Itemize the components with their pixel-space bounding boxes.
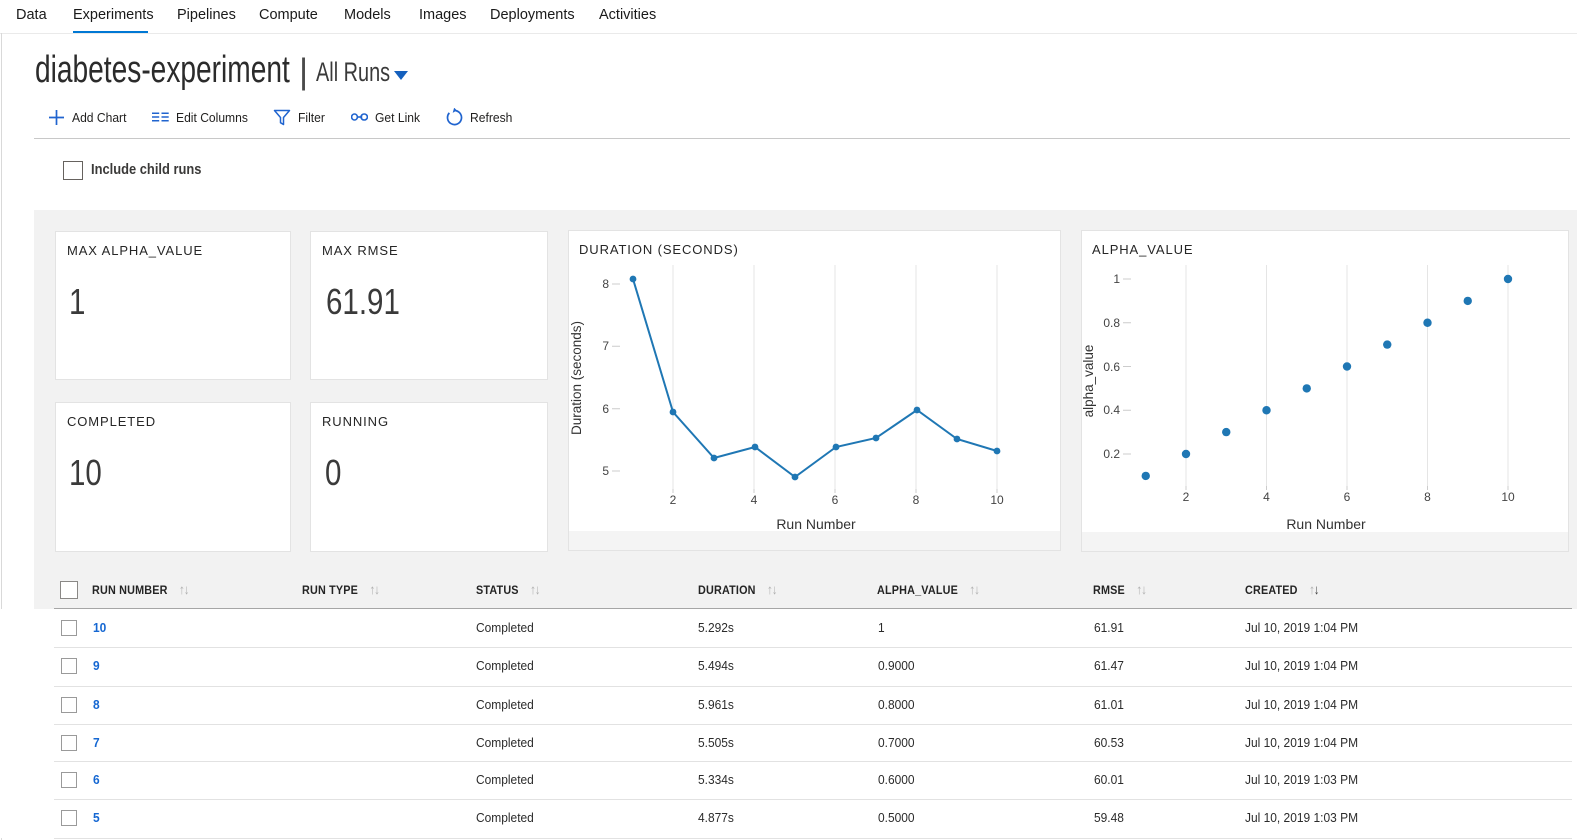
svg-text:6: 6 xyxy=(832,493,839,507)
svg-text:0.8: 0.8 xyxy=(1103,316,1120,330)
svg-text:6: 6 xyxy=(602,402,609,416)
svg-text:2: 2 xyxy=(670,493,677,507)
svg-text:0.6: 0.6 xyxy=(1103,360,1120,374)
svg-text:7: 7 xyxy=(602,339,609,353)
svg-text:10: 10 xyxy=(1501,490,1515,504)
svg-text:Run Number: Run Number xyxy=(776,516,856,532)
svg-text:0.2: 0.2 xyxy=(1103,447,1120,461)
svg-text:4: 4 xyxy=(751,493,758,507)
svg-text:10: 10 xyxy=(990,493,1004,507)
svg-text:0.4: 0.4 xyxy=(1103,403,1120,417)
svg-text:2: 2 xyxy=(1183,490,1190,504)
svg-text:8: 8 xyxy=(1424,490,1431,504)
svg-text:Duration (seconds): Duration (seconds) xyxy=(569,321,584,435)
svg-text:alpha_value: alpha_value xyxy=(1082,345,1096,418)
svg-text:4: 4 xyxy=(1263,490,1270,504)
svg-text:6: 6 xyxy=(1344,490,1351,504)
svg-text:8: 8 xyxy=(913,493,920,507)
svg-text:Run Number: Run Number xyxy=(1286,516,1366,532)
svg-text:5: 5 xyxy=(602,464,609,478)
svg-text:8: 8 xyxy=(602,277,609,291)
svg-text:1: 1 xyxy=(1113,272,1120,286)
